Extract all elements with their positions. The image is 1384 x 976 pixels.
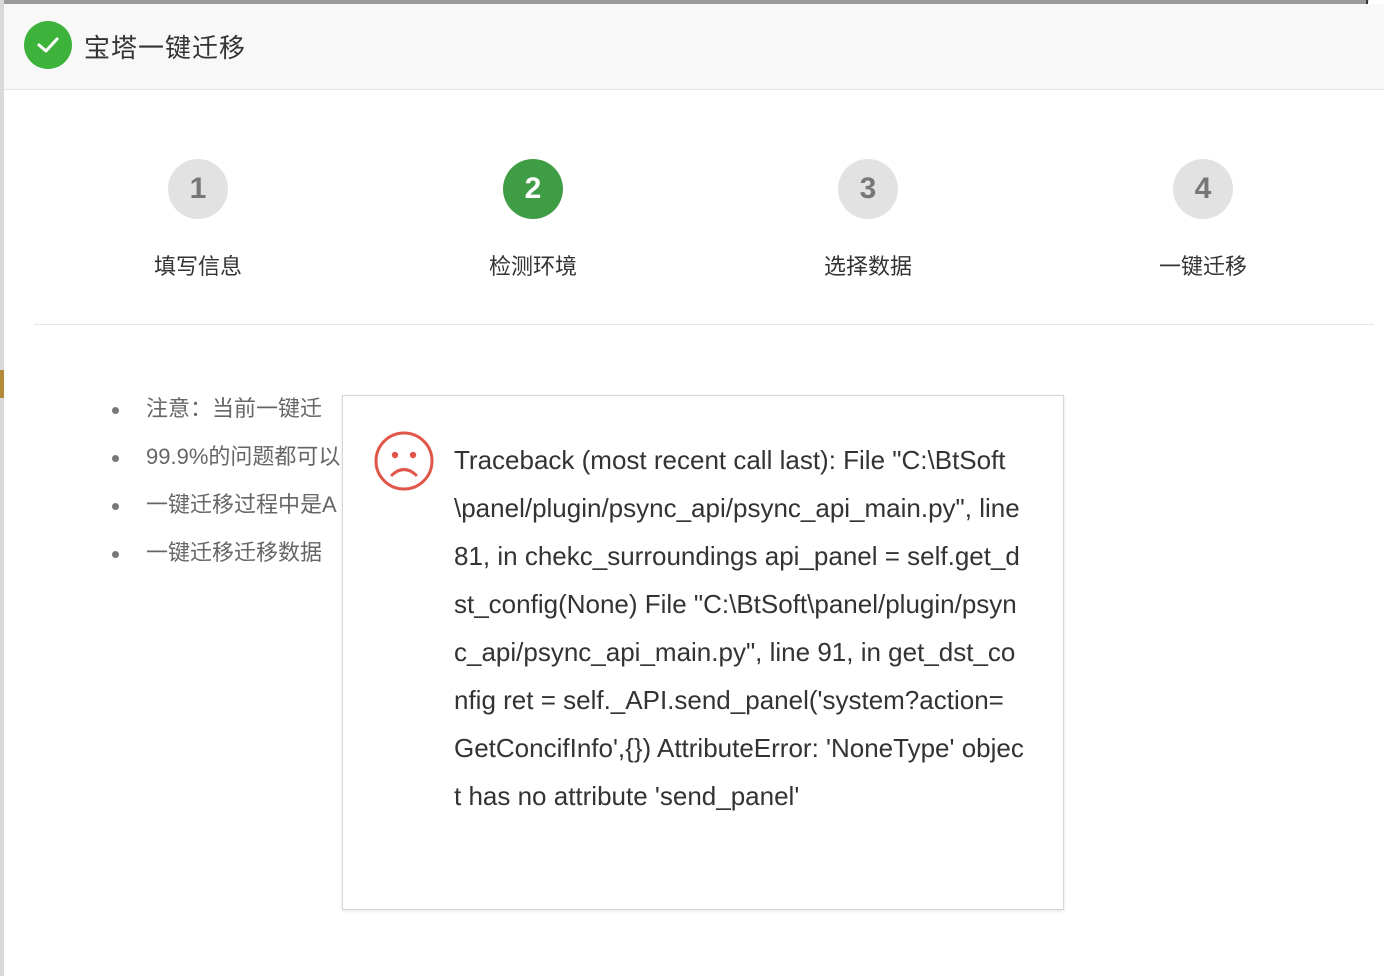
step-4: 4 一键迁移 <box>1103 159 1303 281</box>
error-message: Traceback (most recent call last): File … <box>454 445 1024 811</box>
step-number: 1 <box>168 159 228 219</box>
step-label: 填写信息 <box>153 254 242 279</box>
step-number: 4 <box>1173 159 1233 219</box>
dialog-title: 宝塔一键迁移 <box>84 33 247 63</box>
list-item: 一键迁移迁移数据 <box>112 538 340 586</box>
step-label: 一键迁移 <box>1158 254 1247 279</box>
sad-face-icon <box>374 431 434 491</box>
step-2: 2 检测环境 <box>433 159 633 281</box>
step-number: 2 <box>503 159 563 219</box>
step-label: 选择数据 <box>823 254 912 279</box>
step-number: 3 <box>838 159 898 219</box>
migration-dialog: 宝塔一键迁移 1 填写信息 2 检测环境 3 选择数据 4 一键迁移 注意：当前… <box>4 4 1384 976</box>
list-item: 99.9%的问题都可以 <box>112 442 340 490</box>
step-3: 3 选择数据 <box>768 159 968 281</box>
error-popup: Traceback (most recent call last): File … <box>342 395 1064 910</box>
list-item: 一键迁移过程中是A <box>112 490 340 538</box>
dialog-header: 宝塔一键迁移 <box>4 4 1384 90</box>
check-circle-icon <box>24 21 72 69</box>
progress-steps: 1 填写信息 2 检测环境 3 选择数据 4 一键迁移 <box>4 159 1384 289</box>
step-label: 检测环境 <box>488 254 577 279</box>
notes-list: 注意：当前一键迁 99.9%的问题都可以 一键迁移过程中是A 一键迁移迁移数据 <box>112 394 340 586</box>
steps-divider <box>34 324 1374 325</box>
screen: 宝塔一键迁移 1 填写信息 2 检测环境 3 选择数据 4 一键迁移 注意：当前… <box>0 0 1384 976</box>
step-1: 1 填写信息 <box>98 159 298 281</box>
list-item: 注意：当前一键迁 <box>112 394 340 442</box>
